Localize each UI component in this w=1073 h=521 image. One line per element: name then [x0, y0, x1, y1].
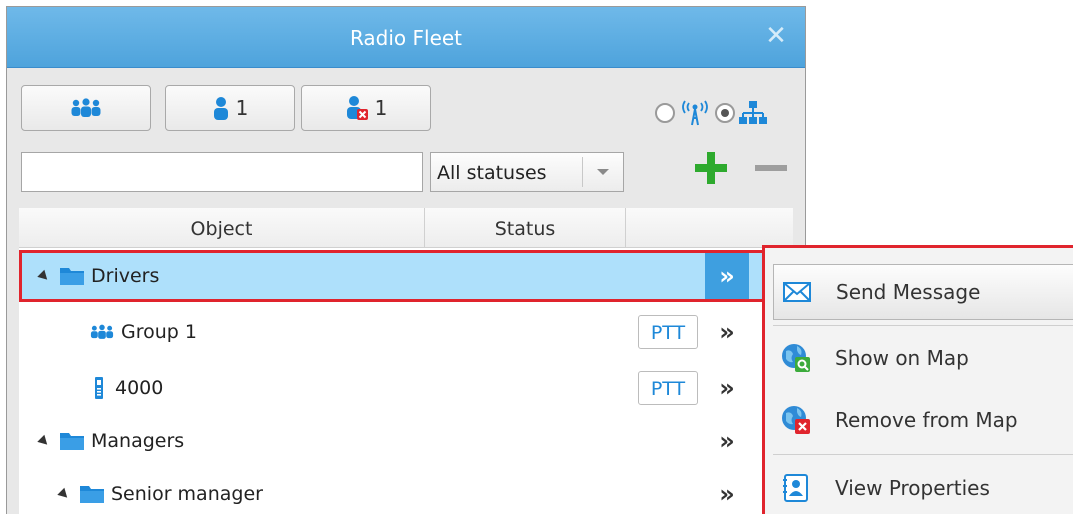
row-actions-button[interactable]: » [705, 310, 749, 354]
radio-device-icon [95, 377, 103, 399]
menu-item-show-on-map[interactable]: Show on Map [765, 330, 1073, 386]
tree-row-senior-manager[interactable]: Senior manager » [19, 468, 793, 520]
row-label: Group 1 [121, 321, 197, 343]
folder-icon [60, 433, 84, 450]
globe-remove-icon [782, 406, 810, 434]
expand-arrow-icon[interactable] [37, 269, 51, 283]
tree-view-radio[interactable] [715, 103, 735, 123]
row-actions-button[interactable]: » [705, 366, 749, 410]
objects-grid: Object Status Drivers » Group 1 PTT » 40… [19, 208, 793, 514]
row-label: Managers [91, 430, 185, 452]
row-content: Group 1 [89, 306, 197, 358]
menu-separator [773, 325, 1073, 326]
user-offline-icon [346, 96, 368, 120]
envelope-icon [783, 282, 811, 302]
tree-row-drivers[interactable]: Drivers » [19, 250, 793, 302]
tree-row-managers[interactable]: Managers » [19, 415, 793, 467]
tree-row-group-1[interactable]: Group 1 PTT » [19, 306, 793, 358]
row-content: 4000 [89, 362, 163, 414]
window-title: Radio Fleet [349, 26, 463, 50]
menu-item-label: Remove from Map [835, 408, 1018, 432]
users-count: 1 [235, 96, 249, 120]
status-filter-select[interactable]: All statuses [430, 152, 624, 192]
row-actions-button[interactable]: » [705, 253, 749, 299]
groups-icon [90, 324, 114, 339]
menu-item-label: Show on Map [835, 346, 969, 370]
tree-row-4000[interactable]: 4000 PTT » [19, 362, 793, 414]
search-input[interactable] [21, 152, 423, 192]
menu-item-label: View Properties [835, 476, 990, 500]
radio-tower-icon [682, 100, 708, 126]
radio-fleet-window: Radio Fleet ✕ 1 1 All statuses Object St… [6, 6, 806, 514]
expand-arrow-icon[interactable] [37, 434, 51, 448]
contact-card-icon [783, 474, 808, 502]
context-menu: Send Message Show on Map Remove from Map [762, 245, 1073, 514]
radio-view-radio[interactable] [655, 103, 675, 123]
row-content: Drivers [37, 250, 160, 302]
row-label: 4000 [115, 377, 164, 399]
row-content: Senior manager [57, 468, 263, 520]
column-status[interactable]: Status [425, 208, 626, 247]
folder-icon [80, 486, 104, 503]
globe-search-icon [782, 344, 810, 372]
status-filter-value: All statuses [437, 162, 547, 184]
folder-icon [60, 268, 84, 285]
menu-separator [773, 454, 1073, 455]
toolbar: 1 1 All statuses [7, 68, 805, 208]
user-icon [213, 97, 228, 120]
users-filter-button[interactable]: 1 [165, 85, 295, 131]
groups-filter-button[interactable] [21, 85, 151, 131]
menu-item-send-message[interactable]: Send Message [773, 264, 1073, 320]
column-header: Object Status [19, 208, 793, 248]
minus-icon[interactable] [751, 148, 791, 188]
menu-item-label: Send Message [836, 280, 981, 304]
offline-count: 1 [374, 96, 388, 120]
ptt-button[interactable]: PTT [638, 371, 698, 405]
row-actions-button[interactable]: » [705, 472, 749, 516]
row-label: Senior manager [111, 483, 263, 505]
ptt-button[interactable]: PTT [638, 315, 698, 349]
menu-item-view-properties[interactable]: View Properties [765, 460, 1073, 516]
row-actions-button[interactable]: » [705, 419, 749, 463]
hierarchy-icon [739, 101, 767, 124]
close-icon[interactable]: ✕ [761, 21, 791, 51]
view-mode-toggle [655, 98, 767, 128]
offline-users-filter-button[interactable]: 1 [301, 85, 431, 131]
row-label: Drivers [91, 265, 160, 287]
title-bar[interactable]: Radio Fleet ✕ [7, 7, 805, 68]
groups-icon [71, 98, 101, 117]
expand-arrow-icon[interactable] [57, 487, 71, 501]
column-object[interactable]: Object [19, 208, 425, 247]
plus-icon[interactable] [691, 148, 731, 188]
menu-item-remove-from-map[interactable]: Remove from Map [765, 392, 1073, 448]
chevron-down-icon[interactable] [582, 157, 623, 187]
row-content: Managers [37, 415, 185, 467]
